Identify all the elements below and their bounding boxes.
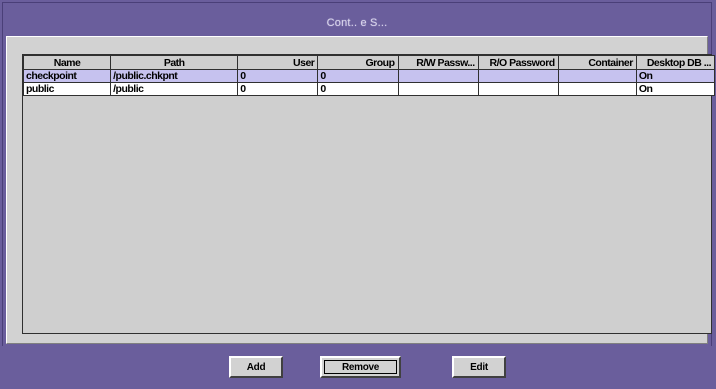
cell-ro-password bbox=[477, 82, 559, 96]
volumes-table-area[interactable]: Name Path User Group R/W Passw... R/O Pa… bbox=[22, 54, 716, 334]
cell-desktop-db: On bbox=[635, 69, 716, 83]
button-bar: Add Remove Edit bbox=[0, 346, 716, 389]
cell-group: 0 bbox=[317, 82, 399, 96]
volumes-table: Name Path User Group R/W Passw... R/O Pa… bbox=[22, 55, 716, 96]
cell-container bbox=[557, 82, 637, 96]
cell-name: checkpoint bbox=[22, 69, 112, 83]
column-header-name[interactable]: Name bbox=[22, 55, 112, 70]
cell-path: /public bbox=[110, 82, 239, 96]
edit-button[interactable]: Edit bbox=[452, 356, 506, 378]
column-header-container[interactable]: Container bbox=[557, 55, 637, 70]
cell-ro-password bbox=[477, 69, 559, 83]
table-header-row: Name Path User Group R/W Passw... R/O Pa… bbox=[22, 55, 716, 70]
add-button[interactable]: Add bbox=[229, 356, 283, 378]
table-row[interactable]: checkpoint /public.chkpnt 0 0 On bbox=[22, 69, 716, 83]
column-header-path[interactable]: Path bbox=[110, 55, 239, 70]
cell-container bbox=[557, 69, 637, 83]
cell-rw-password bbox=[397, 69, 479, 83]
cell-user: 0 bbox=[237, 82, 319, 96]
column-header-rw-password[interactable]: R/W Passw... bbox=[397, 55, 479, 70]
cell-group: 0 bbox=[317, 69, 399, 83]
column-header-group[interactable]: Group bbox=[317, 55, 399, 70]
column-header-ro-password[interactable]: R/O Password bbox=[477, 55, 559, 70]
cell-user: 0 bbox=[237, 69, 319, 83]
column-header-desktop-db[interactable]: Desktop DB ... bbox=[635, 55, 716, 70]
cell-name: public bbox=[22, 82, 112, 96]
remove-button[interactable]: Remove bbox=[320, 356, 401, 378]
cell-path: /public.chkpnt bbox=[110, 69, 239, 83]
column-header-user[interactable]: User bbox=[237, 55, 319, 70]
table-row[interactable]: public /public 0 0 On bbox=[22, 82, 716, 96]
cell-desktop-db: On bbox=[635, 82, 716, 96]
window-title: Cont.. e S... bbox=[9, 9, 705, 37]
cell-rw-password bbox=[397, 82, 479, 96]
